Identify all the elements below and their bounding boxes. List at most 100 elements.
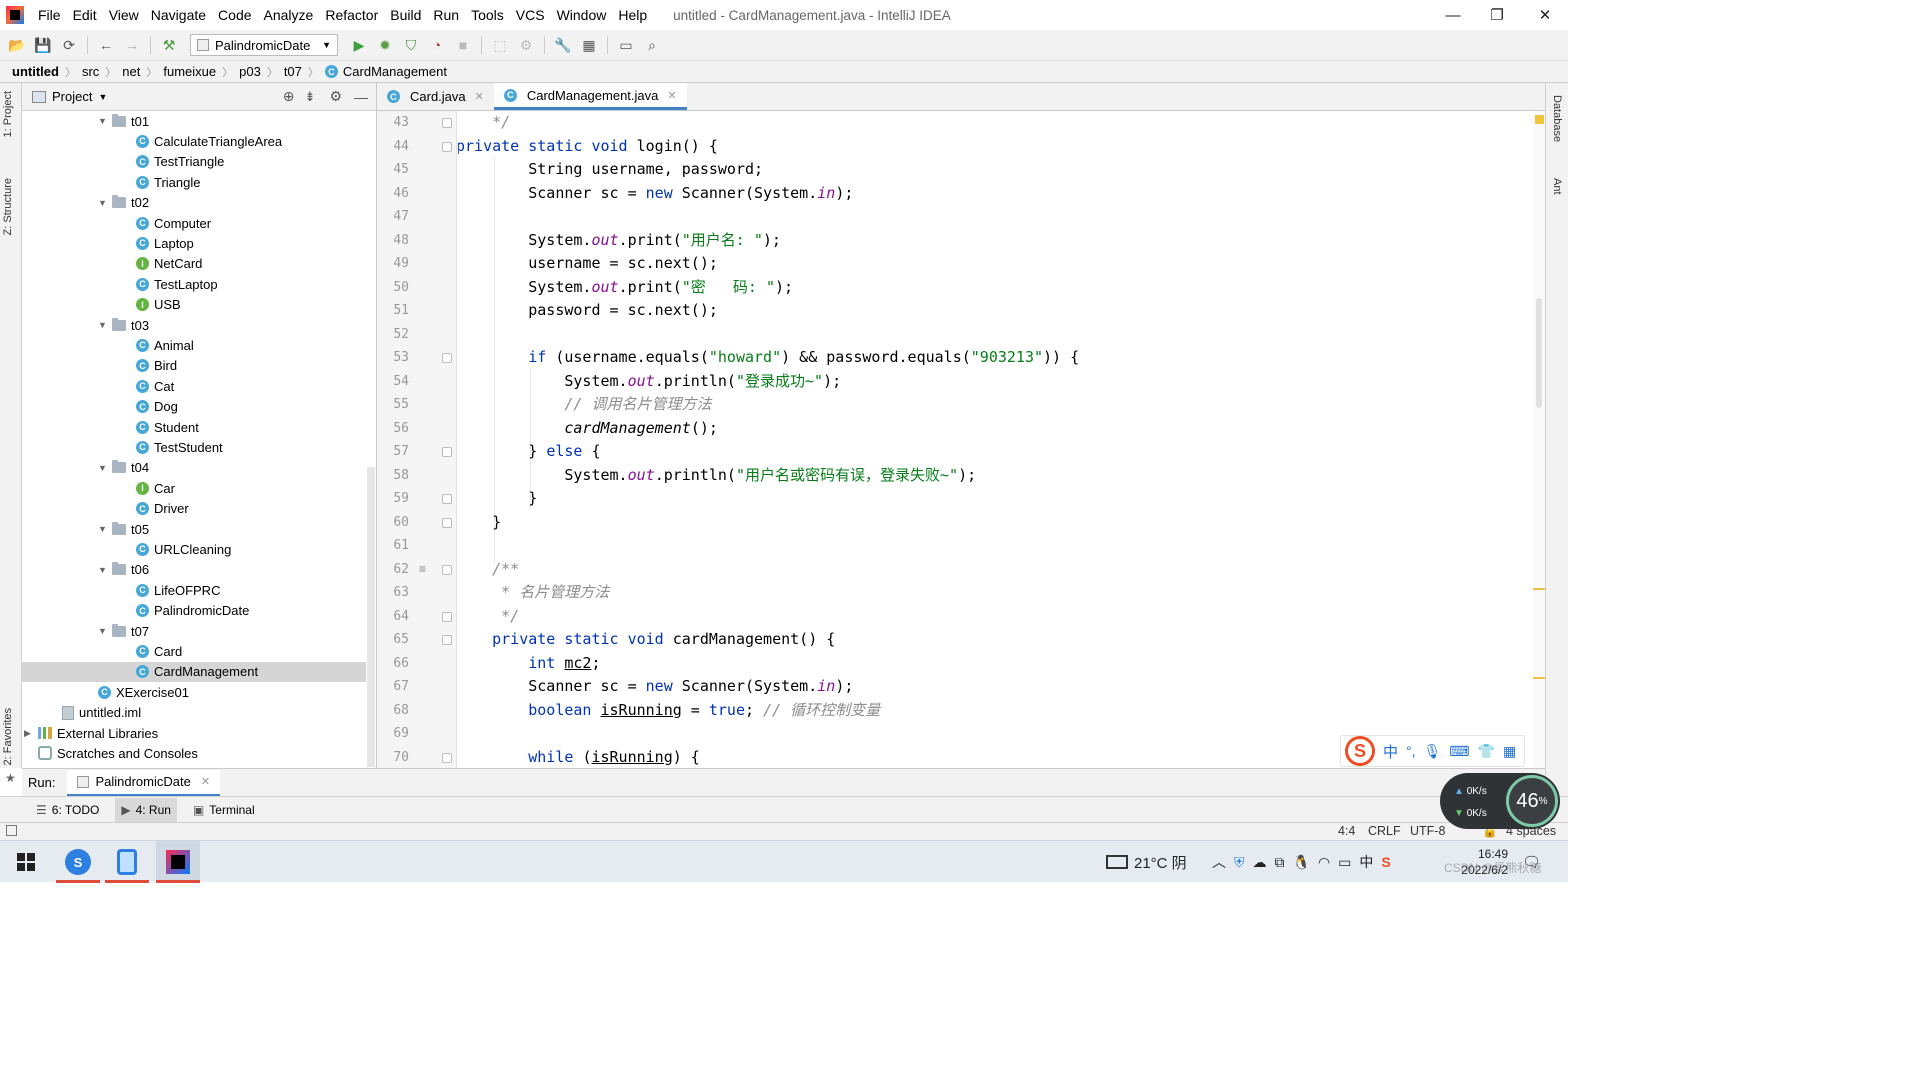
expand-arrow-icon[interactable]: ▼ (98, 198, 112, 208)
debug-icon[interactable]: ✹ (374, 34, 396, 56)
tree-item[interactable]: C Laptop (136, 233, 194, 253)
tree-item[interactable]: C PalindromicDate (136, 601, 249, 621)
ime-punctuation-toggle[interactable]: °, (1406, 743, 1416, 759)
tree-item[interactable]: ▼ t03 (98, 315, 149, 335)
network-speed-widget[interactable]: ▲ 0K/s ▼ 0K/s 46% (1440, 773, 1560, 829)
breadcrumb-item[interactable]: C CardManagement (324, 64, 447, 79)
fold-marker-icon[interactable] (442, 611, 452, 622)
cloud-icon[interactable]: ☁ (1253, 854, 1267, 871)
line-separator[interactable]: CRLF (1368, 824, 1401, 838)
qq-icon[interactable]: 🐧 (1293, 854, 1310, 871)
tree-item[interactable]: C TestLaptop (136, 274, 218, 294)
tree-item[interactable]: ▼ t04 (98, 458, 149, 478)
tree-item[interactable]: C CardManagement (136, 662, 258, 682)
close-icon[interactable]: ✕ (201, 775, 210, 788)
javadoc-render-icon[interactable]: ≡ (419, 562, 426, 576)
editor-tab[interactable]: C CardManagement.java ✕ (493, 83, 687, 110)
save-icon[interactable]: 💾 (32, 34, 54, 56)
windows-start-icon[interactable] (4, 841, 48, 883)
search-icon[interactable]: ⌕ (641, 34, 663, 56)
menu-run[interactable]: Run (427, 0, 465, 30)
menu-window[interactable]: Window (551, 0, 613, 30)
bottom-tool-2[interactable]: ▣ Terminal (187, 798, 261, 822)
tree-item[interactable]: C Computer (136, 213, 211, 233)
expand-arrow-icon[interactable]: ▼ (98, 565, 112, 575)
caret-position[interactable]: 4:4 (1338, 824, 1355, 838)
tree-item[interactable]: C Cat (136, 376, 174, 396)
tree-item[interactable]: I NetCard (136, 254, 202, 274)
tree-item[interactable]: Scratches and Consoles (24, 743, 198, 763)
gear-icon[interactable]: ⚙ (329, 88, 342, 105)
hide-panel-icon[interactable]: — (354, 89, 368, 105)
expand-arrow-icon[interactable]: ▼ (98, 116, 112, 126)
menu-navigate[interactable]: Navigate (145, 0, 212, 30)
fold-marker-icon[interactable] (442, 494, 452, 504)
fold-marker-icon[interactable] (442, 635, 452, 645)
menu-vcs[interactable]: VCS (510, 0, 551, 30)
tree-item[interactable]: C TestTriangle (136, 152, 224, 172)
menu-edit[interactable]: Edit (67, 0, 103, 30)
ant-tool-tab[interactable]: Ant (1551, 178, 1563, 195)
breadcrumb-item[interactable]: t07 (284, 64, 302, 79)
sogou-tray-icon[interactable]: S (1381, 854, 1390, 870)
breadcrumb-item[interactable]: untitled (12, 64, 59, 79)
expand-arrow-icon[interactable]: ▼ (98, 320, 112, 330)
menu-code[interactable]: Code (212, 0, 257, 30)
open-folder-icon[interactable]: 📂 (6, 34, 28, 56)
screenshot-icon[interactable]: ⧉ (1275, 854, 1285, 871)
structure-tool-tab[interactable]: Z: Structure (2, 178, 14, 235)
wifi-icon[interactable]: ◠ (1318, 854, 1330, 871)
collapse-all-icon[interactable]: ⇟ (305, 89, 316, 105)
tree-item[interactable]: ▼ t01 (98, 111, 149, 131)
menu-file[interactable]: File (32, 0, 67, 30)
tree-item[interactable]: C Bird (136, 356, 177, 376)
tree-item[interactable]: untitled.iml (62, 703, 141, 723)
breadcrumb-item[interactable]: p03 (239, 64, 261, 79)
expand-arrow-icon[interactable]: ▼ (98, 524, 112, 534)
tree-item[interactable]: C Card (136, 641, 182, 661)
menu-tools[interactable]: Tools (465, 0, 510, 30)
bottom-tool-0[interactable]: ☰ 6: TODO (30, 798, 105, 822)
close-icon[interactable]: ✕ (475, 90, 484, 103)
tree-item[interactable]: ▼ t06 (98, 560, 149, 580)
ime-indicator[interactable]: 中 (1359, 852, 1373, 872)
fold-marker-icon[interactable] (442, 353, 452, 363)
run-configuration-select[interactable]: PalindromicDate ▼ (190, 34, 338, 56)
close-icon[interactable]: ✕ (667, 89, 676, 102)
tree-item[interactable]: C Dog (136, 397, 178, 417)
project-structure-icon[interactable]: ▦ (578, 34, 600, 56)
fold-marker-icon[interactable] (442, 118, 452, 128)
tree-item[interactable]: C Animal (136, 335, 194, 355)
fold-marker-icon[interactable] (442, 564, 452, 575)
minimize-button[interactable]: — (1430, 0, 1476, 30)
ime-language-toggle[interactable]: 中 (1383, 741, 1398, 762)
menu-view[interactable]: View (103, 0, 145, 30)
error-stripe-mark[interactable] (1533, 588, 1545, 590)
profile-icon[interactable]: ◔ (426, 34, 448, 56)
breadcrumb-item[interactable]: net (122, 64, 140, 79)
skin-shirt-icon[interactable]: 👕 (1478, 743, 1495, 760)
code-editor[interactable]: */ private static void login() { String u… (458, 111, 1533, 768)
bottom-tool-1[interactable]: ▶ 4: Run (115, 797, 177, 822)
error-stripe-mark[interactable] (1533, 677, 1545, 679)
scroll-thumb[interactable] (1536, 298, 1542, 408)
shield-icon[interactable]: ⛨ (1234, 854, 1245, 871)
menu-help[interactable]: Help (612, 0, 653, 30)
tree-item[interactable]: C URLCleaning (136, 539, 231, 559)
tree-item[interactable]: I Car (136, 478, 175, 498)
vcs-commit-icon[interactable]: ⚙ (515, 34, 537, 56)
project-scrollbar[interactable] (367, 467, 375, 767)
stop-icon[interactable]: ■ (452, 34, 474, 56)
tree-item[interactable]: ▼ t07 (98, 621, 149, 641)
tree-item[interactable]: ▶ External Libraries (24, 723, 158, 743)
fold-marker-icon[interactable] (442, 141, 452, 152)
expand-arrow-icon[interactable]: ▼ (98, 463, 112, 473)
tree-item[interactable]: C TestStudent (136, 437, 223, 457)
tree-item[interactable]: C XExercise01 (98, 682, 189, 702)
forward-arrow-icon[interactable]: → (121, 34, 143, 56)
tree-item[interactable]: I USB (136, 295, 181, 315)
chevron-up-icon[interactable]: ︿ (1212, 852, 1226, 872)
fold-marker-icon[interactable] (442, 517, 452, 528)
warning-marker[interactable] (1535, 115, 1544, 124)
settings-wrench-icon[interactable]: 🔧 (552, 34, 574, 56)
